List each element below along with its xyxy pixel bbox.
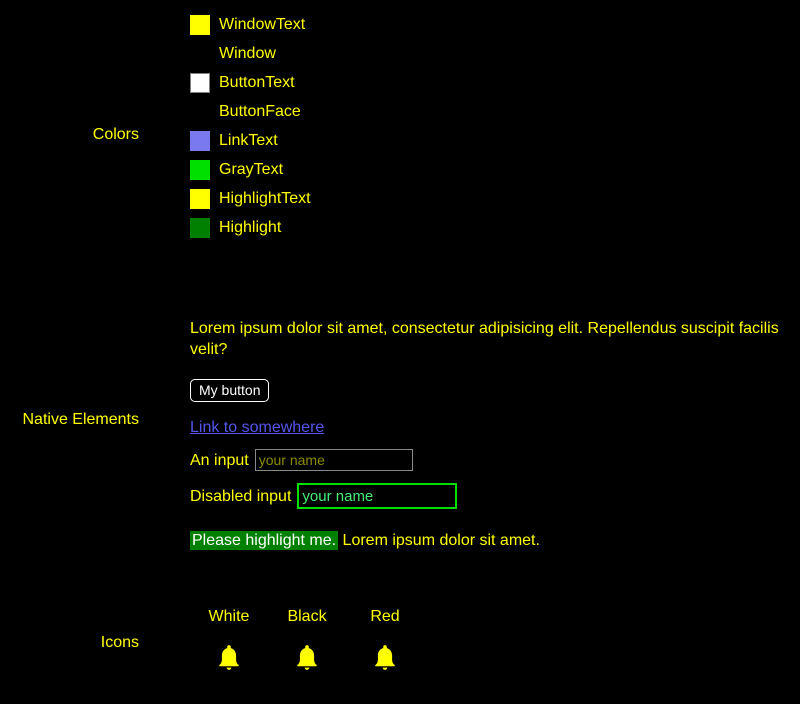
color-name-label: ButtonFace xyxy=(219,103,301,120)
color-name-label: LinkText xyxy=(219,132,278,149)
icons-section: Icons White Black Red xyxy=(0,607,800,675)
list-item: LinkText xyxy=(190,126,800,155)
list-item: HighlightText xyxy=(190,184,800,213)
list-item: Window xyxy=(190,39,800,68)
link-row: Link to somewhere xyxy=(190,418,800,437)
list-item: Highlight xyxy=(190,213,800,242)
an-input-field[interactable] xyxy=(254,449,413,471)
color-name-label: ButtonText xyxy=(219,74,295,91)
disabled-input-field xyxy=(297,483,458,509)
lorem-paragraph: Lorem ipsum dolor sit amet, consectetur … xyxy=(190,320,779,358)
bell-icon xyxy=(268,643,346,675)
color-swatch xyxy=(190,159,210,180)
icon-column-title: White xyxy=(208,608,250,625)
color-name-label: Window xyxy=(219,45,276,62)
color-swatch xyxy=(190,101,210,122)
disabled-input-row: Disabled input xyxy=(190,483,800,509)
bell-icon xyxy=(346,643,424,675)
colors-list-body: WindowText Window ButtonText ButtonFace … xyxy=(190,10,800,242)
an-input-label: An input xyxy=(190,451,249,469)
icon-column-title: Red xyxy=(370,608,400,625)
color-name-label: WindowText xyxy=(219,16,306,33)
icon-column-white: White xyxy=(190,607,268,675)
icon-column-title: Black xyxy=(287,608,327,625)
color-swatch xyxy=(190,72,210,93)
my-button[interactable]: My button xyxy=(190,379,270,402)
icons-grid: White Black Red xyxy=(190,607,800,675)
an-input-row: An input xyxy=(190,449,800,471)
colors-section: Colors WindowText Window ButtonText Butt… xyxy=(0,10,800,242)
color-name-label: Highlight xyxy=(219,219,282,236)
icons-body: White Black Red xyxy=(190,607,800,675)
icons-section-label: Icons xyxy=(100,634,139,651)
disabled-input-label: Disabled input xyxy=(190,487,292,505)
icon-column-red: Red xyxy=(346,607,424,675)
list-item: ButtonFace xyxy=(190,97,800,126)
colors-section-label: Colors xyxy=(92,126,139,143)
native-elements-body: Lorem ipsum dolor sit amet, consectetur … xyxy=(190,318,800,550)
color-swatch xyxy=(190,43,210,64)
color-name-label: HighlightText xyxy=(219,190,311,207)
color-swatch xyxy=(190,217,210,238)
color-name-label: GrayText xyxy=(219,161,284,178)
native-elements-section-label: Native Elements xyxy=(22,411,140,428)
color-swatch xyxy=(190,188,210,209)
icon-column-black: Black xyxy=(268,607,346,675)
color-swatch xyxy=(190,14,210,35)
color-swatch xyxy=(190,130,210,151)
highlight-row: Please highlight me. Lorem ipsum dolor s… xyxy=(190,531,800,550)
bell-icon xyxy=(190,643,268,675)
link-to-somewhere[interactable]: Link to somewhere xyxy=(190,419,324,436)
highlight-trailing-text: Lorem ipsum dolor sit amet. xyxy=(338,532,540,549)
list-item: GrayText xyxy=(190,155,800,184)
native-elements-section: Native Elements Lorem ipsum dolor sit am… xyxy=(0,318,800,550)
highlighted-text: Please highlight me. xyxy=(190,531,339,550)
list-item: ButtonText xyxy=(190,68,800,97)
list-item: WindowText xyxy=(190,10,800,39)
color-list: WindowText Window ButtonText ButtonFace … xyxy=(190,10,800,242)
